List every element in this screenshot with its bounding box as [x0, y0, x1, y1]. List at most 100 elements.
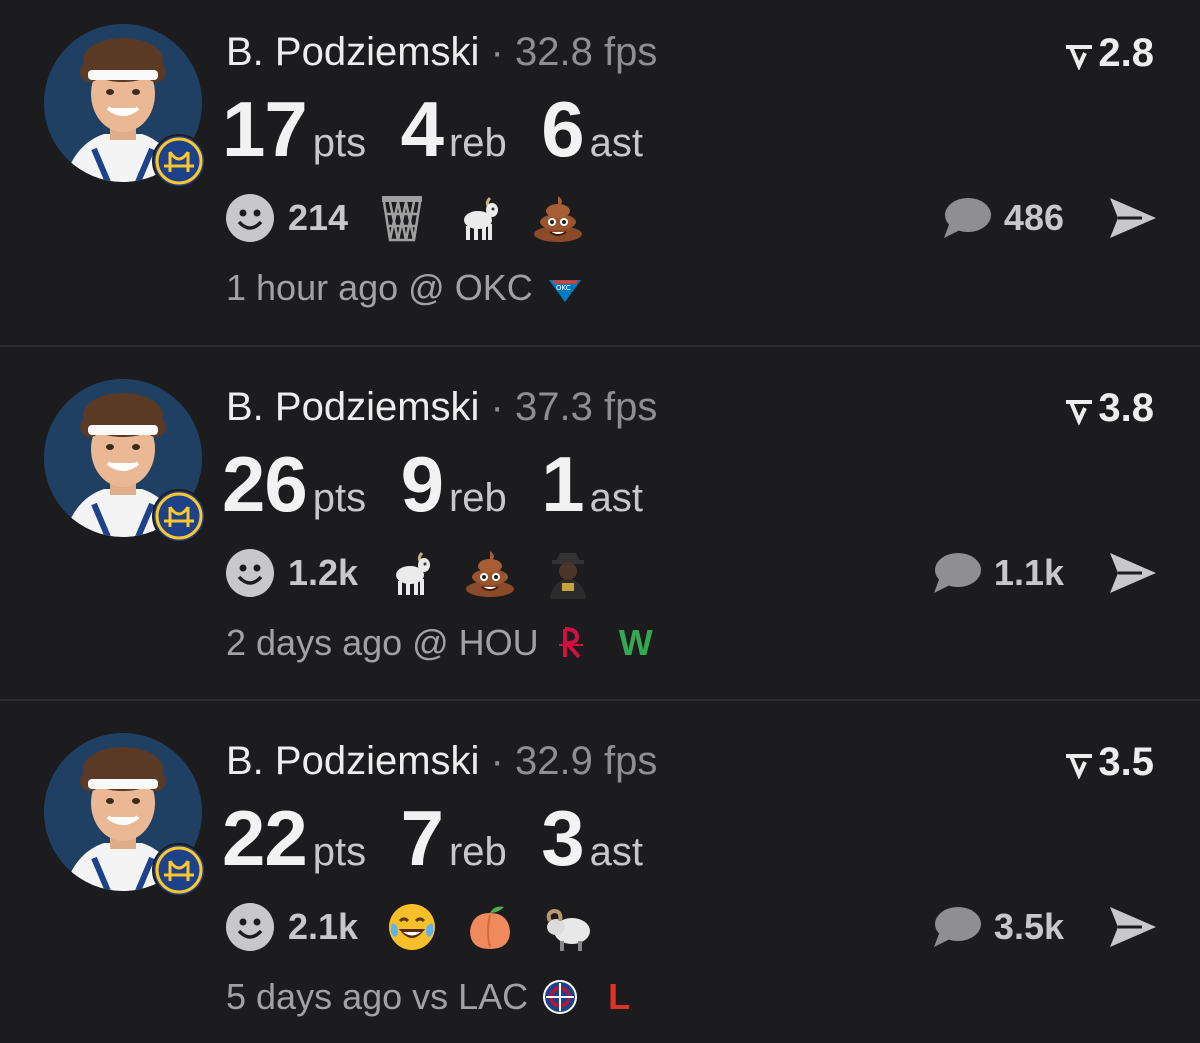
stat-unit: pts — [312, 830, 367, 874]
game-info: 5 days ago vs LAC L — [226, 975, 630, 1019]
rating-value: 2.8 — [1098, 31, 1154, 75]
smiley-react-icon[interactable] — [224, 901, 276, 953]
comment-bubble-icon — [943, 198, 991, 238]
reaction-count[interactable]: 214 — [288, 197, 348, 239]
stat-value: 26 — [222, 440, 308, 528]
stat-unit: pts — [312, 121, 367, 165]
goat-icon[interactable] — [386, 547, 438, 599]
stat-assists: 3 ast — [541, 793, 643, 884]
laughing-tears-icon[interactable] — [386, 901, 438, 953]
poop-icon[interactable] — [532, 192, 584, 244]
game-result: W — [618, 622, 653, 663]
game-result: L — [608, 976, 631, 1017]
svg-text:OKC: OKC — [556, 284, 571, 292]
stat-rebounds: 9 reb — [401, 439, 507, 530]
stat-unit: reb — [448, 121, 507, 165]
rating-chevron-icon — [1066, 754, 1093, 780]
reactions-bar: 2.1k — [224, 901, 620, 953]
card-header: B. Podziemski · 32.9 fps — [226, 737, 657, 785]
stat-line: 26 pts 9 reb 1 ast — [222, 439, 673, 530]
stat-value: 17 — [222, 85, 308, 173]
stat-points: 26 pts — [222, 439, 366, 530]
stat-value: 1 — [541, 440, 584, 528]
stat-assists: 6 ast — [541, 84, 643, 175]
player-name[interactable]: B. Podziemski — [226, 30, 479, 74]
comments-button[interactable]: 3.5k — [932, 901, 1064, 953]
fps-value: 32.8 fps — [515, 30, 658, 74]
gsw-logo-icon — [152, 843, 206, 897]
rating-value: 3.8 — [1098, 386, 1154, 430]
share-button[interactable] — [1106, 903, 1158, 951]
comment-bubble-icon — [933, 553, 981, 593]
game-feed: B. Podziemski · 32.8 fps 2.8 17 pts 4 reb … — [0, 0, 1200, 1043]
stat-rebounds: 7 reb — [401, 793, 507, 884]
game-card[interactable]: B. Podziemski · 37.3 fps 3.8 26 pts 9 reb … — [0, 355, 1200, 700]
stat-value: 3 — [541, 794, 584, 882]
okc-logo-icon: OKC — [547, 270, 583, 306]
stat-unit: reb — [448, 830, 507, 874]
stat-line: 22 pts 7 reb 3 ast — [222, 793, 673, 884]
reactions-bar: 1.2k — [224, 547, 620, 599]
hou-logo-icon — [553, 625, 589, 661]
card-header: B. Podziemski · 32.8 fps — [226, 28, 657, 76]
rating-chevron-icon — [1066, 400, 1093, 426]
basketball-net-icon[interactable] — [376, 192, 428, 244]
reaction-count[interactable]: 1.2k — [288, 552, 358, 594]
ram-icon[interactable] — [542, 901, 594, 953]
stat-unit: ast — [589, 830, 643, 874]
fps-value: 37.3 fps — [515, 385, 658, 429]
poop-icon[interactable] — [464, 547, 516, 599]
smiley-react-icon[interactable] — [224, 547, 276, 599]
stat-assists: 1 ast — [541, 439, 643, 530]
peach-icon[interactable] — [464, 901, 516, 953]
stat-points: 22 pts — [222, 793, 366, 884]
separator: · — [490, 739, 504, 783]
card-header: B. Podziemski · 37.3 fps — [226, 383, 657, 431]
smiley-react-icon[interactable] — [224, 192, 276, 244]
share-button[interactable] — [1106, 194, 1158, 242]
game-info: 1 hour ago @ OKC OKC — [226, 266, 613, 310]
player-name[interactable]: B. Podziemski — [226, 385, 479, 429]
stat-unit: pts — [312, 476, 367, 520]
game-time-opponent: 2 days ago @ HOU — [226, 622, 539, 663]
player-name[interactable]: B. Podziemski — [226, 739, 479, 783]
separator: · — [490, 385, 504, 429]
stat-unit: ast — [589, 121, 643, 165]
divider — [0, 699, 1200, 701]
rating: 3.5 — [1064, 739, 1154, 785]
game-time-opponent: 1 hour ago @ OKC — [226, 267, 533, 308]
game-card[interactable]: B. Podziemski · 32.8 fps 2.8 17 pts 4 reb … — [0, 0, 1200, 345]
separator: · — [490, 30, 504, 74]
rating: 3.8 — [1064, 385, 1154, 431]
comment-bubble-icon — [933, 907, 981, 947]
stat-value: 6 — [541, 85, 584, 173]
stat-value: 22 — [222, 794, 308, 882]
person-sticker-icon[interactable] — [542, 547, 594, 599]
reaction-count[interactable]: 2.1k — [288, 906, 358, 948]
share-arrow-icon — [1110, 907, 1156, 947]
divider — [0, 345, 1200, 347]
rating-value: 3.5 — [1098, 740, 1154, 784]
stat-points: 17 pts — [222, 84, 366, 175]
goat-icon[interactable] — [454, 192, 506, 244]
comments-button[interactable]: 1.1k — [932, 547, 1064, 599]
fps-value: 32.9 fps — [515, 739, 658, 783]
reactions-bar: 214 — [224, 192, 610, 244]
share-arrow-icon — [1110, 553, 1156, 593]
game-time-opponent: 5 days ago vs LAC — [226, 976, 529, 1017]
stat-line: 17 pts 4 reb 6 ast — [222, 84, 673, 175]
stat-value: 7 — [400, 794, 444, 882]
stat-value: 9 — [400, 440, 444, 528]
comment-count: 486 — [1003, 197, 1064, 238]
gsw-logo-icon — [152, 134, 206, 188]
share-button[interactable] — [1106, 549, 1158, 597]
game-card[interactable]: B. Podziemski · 32.9 fps 3.5 22 pts 7 reb … — [0, 709, 1200, 1043]
gsw-logo-icon — [152, 489, 206, 543]
rating: 2.8 — [1064, 30, 1154, 76]
stat-unit: ast — [589, 476, 643, 520]
game-info: 2 days ago @ HOU W — [226, 621, 653, 665]
lac-logo-icon — [542, 979, 578, 1015]
stat-value: 4 — [400, 85, 444, 173]
comments-button[interactable]: 486 — [942, 192, 1064, 244]
share-arrow-icon — [1110, 198, 1156, 238]
